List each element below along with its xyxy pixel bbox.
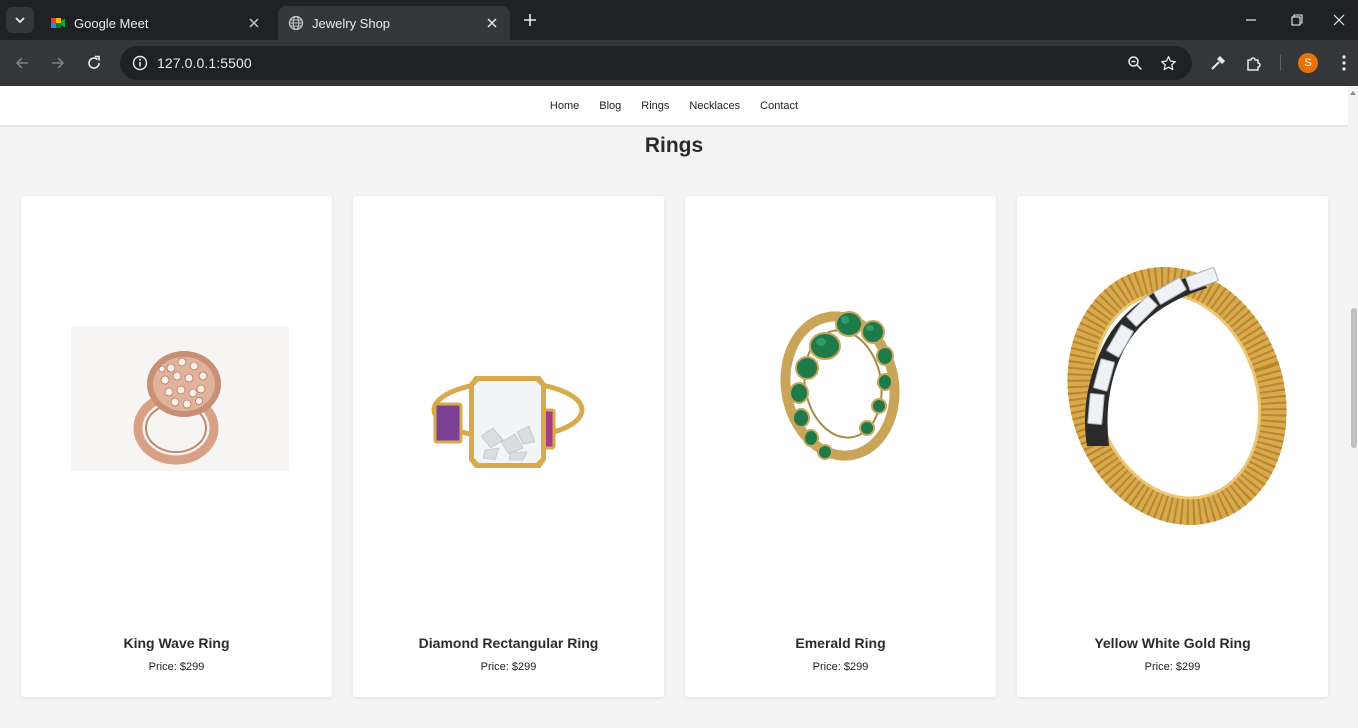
page-viewport: Home Blog Rings Necklaces Contact Rings	[0, 86, 1348, 728]
forward-button[interactable]	[44, 49, 72, 77]
product-price: Price: $299	[1144, 661, 1201, 673]
new-tab-button[interactable]	[518, 10, 542, 30]
eyedropper-icon[interactable]	[1206, 51, 1230, 75]
nav-link-contact[interactable]: Contact	[760, 100, 798, 112]
product-name[interactable]: Yellow White Gold Ring	[1017, 635, 1328, 651]
plus-icon	[524, 14, 536, 26]
tab-jewelry-shop[interactable]: Jewelry Shop	[278, 6, 510, 40]
tab-search-button[interactable]	[6, 7, 34, 33]
product-image[interactable]	[685, 196, 996, 616]
page-scrollbar[interactable]	[1348, 86, 1358, 728]
rose-gold-cluster-ring-image	[71, 326, 289, 471]
product-price: Price: $299	[812, 661, 869, 673]
globe-icon	[288, 15, 304, 31]
product-image[interactable]	[1017, 196, 1328, 616]
url-text[interactable]: 127.0.0.1:5500	[157, 55, 252, 71]
browser-toolbar: 127.0.0.1:5500	[0, 40, 1358, 86]
product-card[interactable]: Emerald Ring Price: $299	[685, 196, 996, 697]
tab-google-meet[interactable]: Google Meet	[40, 6, 272, 40]
nav-link-home[interactable]: Home	[550, 100, 579, 112]
product-price: Price: $299	[148, 661, 205, 673]
nav-link-rings[interactable]: Rings	[641, 100, 669, 112]
emerald-eternity-ring-image	[780, 311, 900, 461]
scroll-up-arrow-icon[interactable]	[1350, 91, 1356, 95]
arrow-right-icon	[52, 57, 65, 69]
arrow-left-icon	[15, 57, 28, 69]
product-image[interactable]	[353, 196, 664, 616]
restore-button[interactable]	[1274, 0, 1320, 40]
address-bar[interactable]: 127.0.0.1:5500	[120, 46, 1192, 80]
restore-icon	[1291, 14, 1303, 26]
product-name[interactable]: Diamond Rectangular Ring	[353, 635, 664, 651]
tab-title: Google Meet	[74, 15, 149, 31]
scrollbar-thumb[interactable]	[1351, 308, 1357, 448]
nav-link-blog[interactable]: Blog	[599, 100, 621, 112]
product-card[interactable]: King Wave Ring Price: $299	[21, 196, 332, 697]
site-info-icon[interactable]	[128, 51, 152, 75]
product-image[interactable]	[21, 196, 332, 616]
toolbar-divider	[1280, 55, 1281, 71]
product-card[interactable]: Yellow White Gold Ring Price: $299	[1017, 196, 1328, 697]
minimize-button[interactable]	[1228, 0, 1274, 40]
site-navigation: Home Blog Rings Necklaces Contact	[0, 86, 1348, 125]
close-icon[interactable]	[484, 15, 500, 31]
product-price: Price: $299	[480, 661, 537, 673]
close-window-button[interactable]	[1320, 0, 1358, 40]
product-name[interactable]: Emerald Ring	[685, 635, 996, 651]
minimize-icon	[1246, 19, 1256, 21]
browser-tab-bar: Google Meet Jewelry Shop	[0, 0, 1358, 40]
product-card[interactable]: Diamond Rectangular Ring Price: $299	[353, 196, 664, 697]
more-menu-icon[interactable]	[1332, 51, 1356, 75]
google-meet-icon	[50, 15, 66, 31]
extensions-puzzle-icon[interactable]	[1242, 51, 1266, 75]
nav-link-necklaces[interactable]: Necklaces	[689, 100, 740, 112]
close-icon	[1333, 14, 1345, 26]
tab-title: Jewelry Shop	[312, 15, 391, 31]
page-title: Rings	[644, 134, 704, 157]
baguette-gold-band-ring-image	[1067, 267, 1287, 525]
zoom-icon[interactable]	[1123, 51, 1147, 75]
reload-icon	[88, 55, 100, 69]
close-icon[interactable]	[246, 15, 262, 31]
reload-button[interactable]	[80, 49, 108, 77]
diamond-shaker-ring-image	[431, 376, 585, 468]
product-name[interactable]: King Wave Ring	[21, 635, 332, 651]
bookmark-star-icon[interactable]	[1156, 51, 1180, 75]
chevron-down-icon	[15, 17, 25, 24]
back-button[interactable]	[8, 49, 36, 77]
profile-avatar[interactable]: S	[1298, 53, 1318, 73]
